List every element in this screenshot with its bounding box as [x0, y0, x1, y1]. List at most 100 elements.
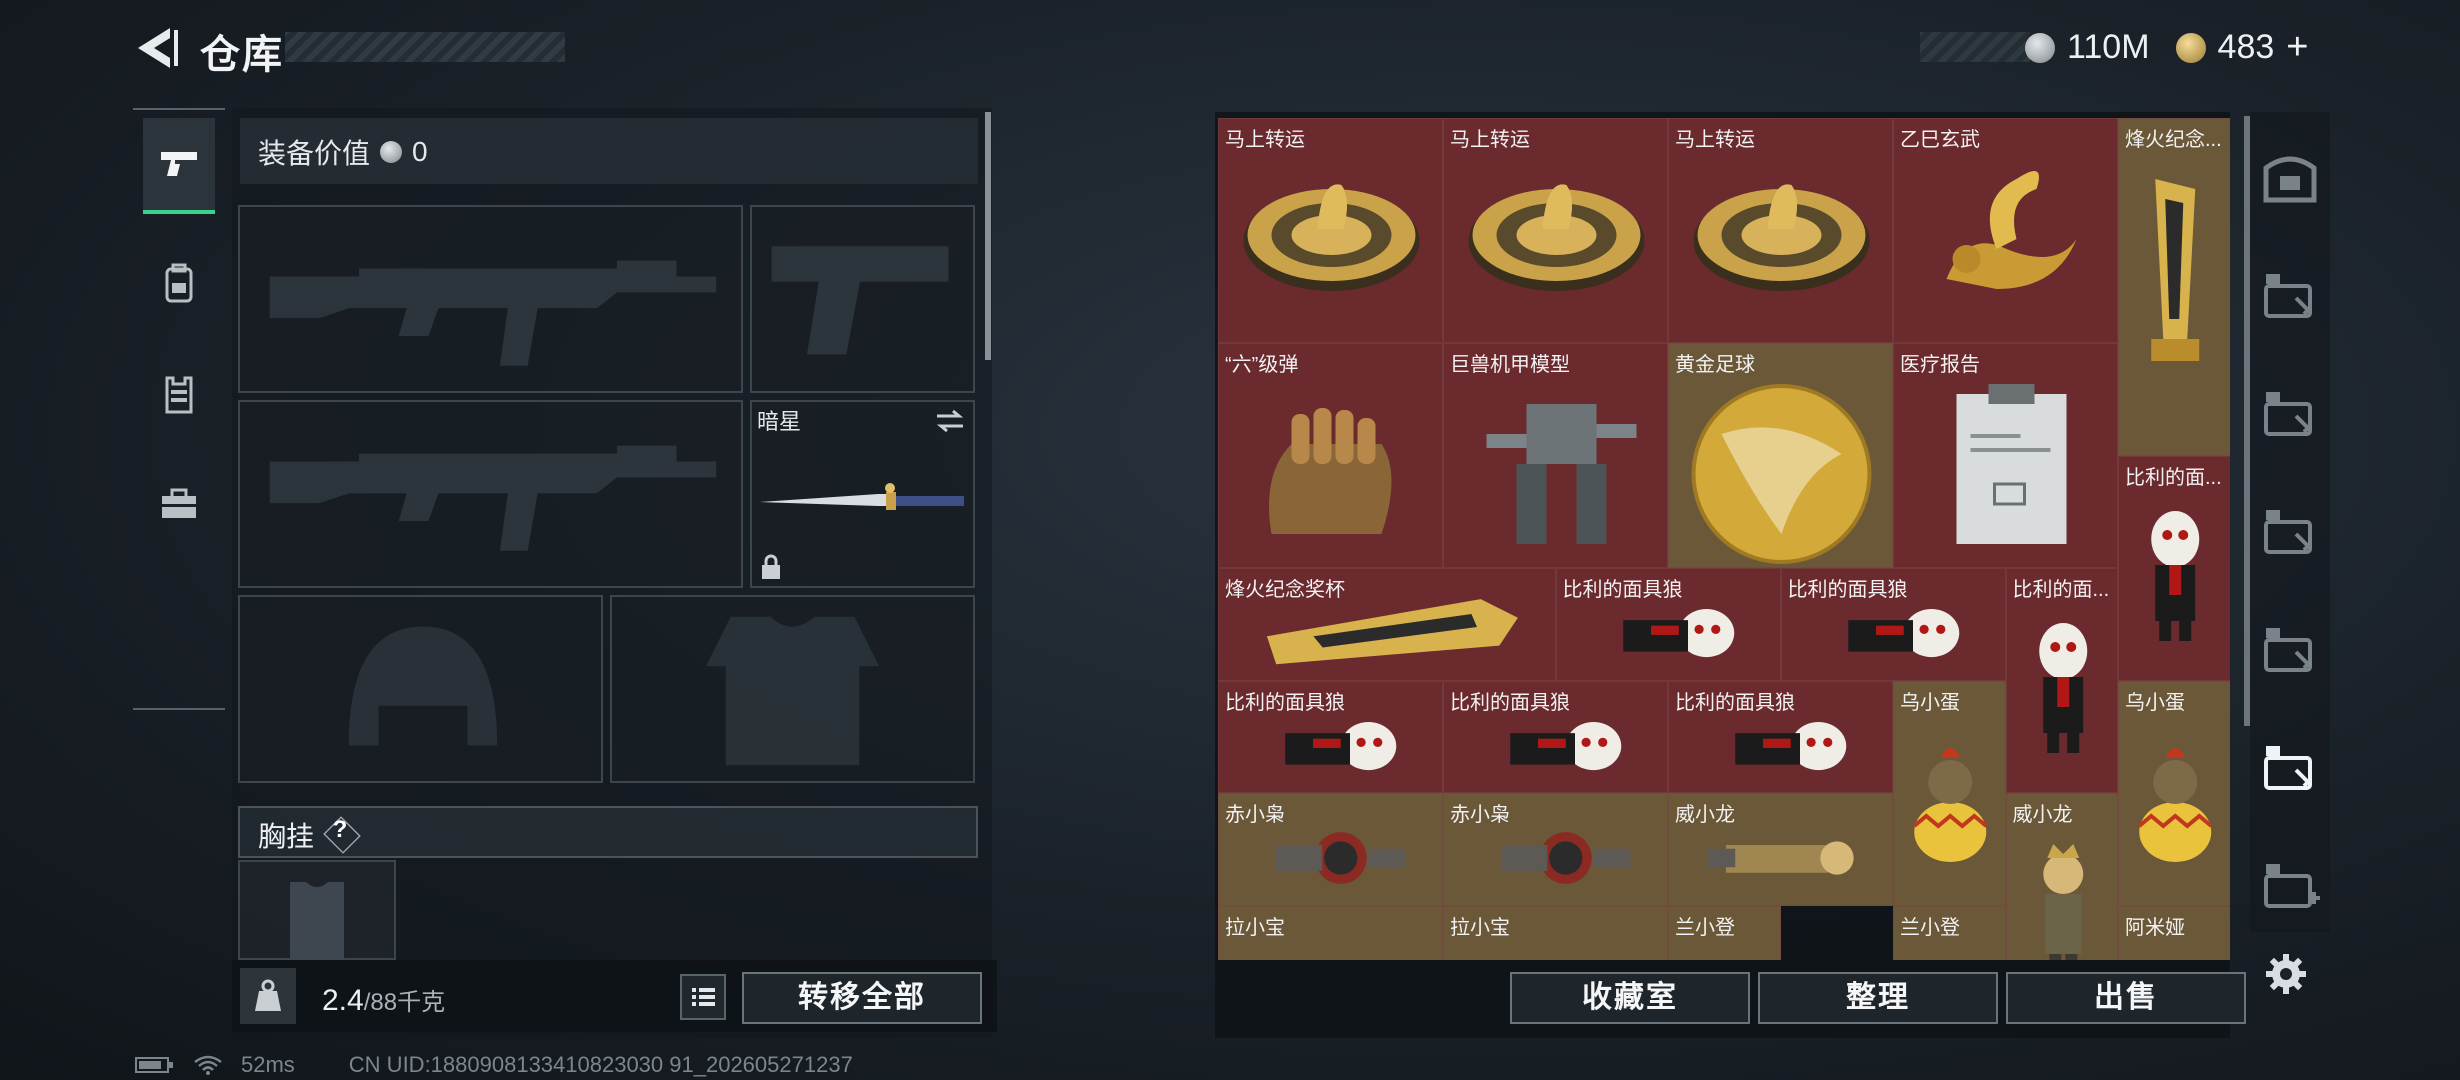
case-tab[interactable]	[2258, 150, 2322, 210]
egg-bird-icon	[2125, 722, 2226, 877]
storage-item-name: 医疗报告	[1900, 354, 1980, 376]
storage-item[interactable]: 拉小宝	[1443, 905, 1668, 960]
storage-item[interactable]: 兰小登	[1668, 905, 1781, 960]
coin-wheel-icon	[1456, 149, 1657, 304]
storage-grid: 马上转运 马上转运 马上转运 乙巳玄武 烽火纪念... “六”级弹 巨兽机甲模型 黄金足球 医疗…	[1218, 118, 2230, 960]
bullet-hand-icon	[1229, 384, 1434, 559]
helmet-slot[interactable]	[238, 595, 603, 783]
storage-item[interactable]: 比利的面...	[2005, 568, 2118, 793]
storage-item[interactable]: 比利的面具狼	[1780, 568, 2006, 681]
storage-item-name: 比利的面具狼	[1450, 691, 1570, 714]
puppet-lying-icon	[1577, 589, 1762, 680]
settings-button[interactable]	[2262, 950, 2310, 998]
storage-item[interactable]: 拉小宝	[1218, 905, 1443, 960]
storage-item[interactable]: 乌小蛋	[1893, 680, 2006, 906]
status-bar: 52ms CN UID:1880908133410823030 91_20260…	[135, 1052, 853, 1078]
transfer-all-button[interactable]: 转移全部	[742, 972, 982, 1024]
storage-item-name: 马上转运	[1225, 129, 1305, 151]
storage-item-name: 赤小枭	[1225, 804, 1285, 826]
storage-item[interactable]: 比利的面具狼	[1555, 568, 1781, 681]
helmet-silhouette-icon	[348, 626, 498, 746]
chest-rig-slot[interactable]	[238, 860, 396, 960]
storage-item[interactable]: 比利的面具狼	[1668, 680, 1893, 793]
coin-wheel-icon	[1681, 149, 1882, 304]
storage-item-name: 拉小宝	[1450, 916, 1510, 939]
primary-weapon-slot[interactable]	[238, 205, 743, 393]
storage-item[interactable]: 阿米娅	[2118, 905, 2230, 960]
storage-item-name: 兰小登	[1675, 916, 1735, 939]
storage-item-name: 乌小蛋	[2125, 691, 2185, 714]
loadout-scrollbar[interactable]	[985, 112, 991, 360]
storage-item[interactable]: 赤小枭	[1218, 793, 1443, 906]
storage-item-name: 比利的面...	[2125, 466, 2222, 489]
storage-item-name: 威小龙	[1675, 804, 1735, 826]
sell-button[interactable]: 出售	[2006, 972, 2246, 1024]
puppet-icon	[2125, 499, 2226, 654]
add-currency-button[interactable]: +	[2286, 26, 2308, 69]
storage-item[interactable]: 威小龙	[1668, 793, 1893, 906]
rail-backpack[interactable]	[143, 238, 215, 330]
case-iv-icon	[2258, 740, 2322, 801]
chest-rig-help-button[interactable]: ?	[322, 816, 358, 844]
list-view-button[interactable]	[680, 974, 726, 1020]
case-tab[interactable]	[2258, 858, 2322, 918]
storage-item[interactable]: 比利的面具狼	[1443, 680, 1668, 793]
storage-item[interactable]: 威小龙	[2005, 793, 2118, 960]
weight-icon	[255, 979, 281, 1011]
storage-item[interactable]: 乙巳玄武	[1893, 118, 2118, 343]
puppet-lying-icon	[1464, 702, 1649, 793]
case-tab[interactable]	[2258, 386, 2322, 446]
currency-decoration	[1920, 32, 2030, 62]
case-tab[interactable]	[2258, 622, 2322, 682]
collection-room-button[interactable]: 收藏室	[1510, 972, 1750, 1024]
weight-button[interactable]	[240, 968, 296, 1024]
egg-bird-icon	[1900, 722, 2001, 877]
storage-item[interactable]: 黄金足球	[1668, 343, 1893, 568]
storage-item-name: 马上转运	[1675, 129, 1755, 151]
rail-toolbox[interactable]	[143, 458, 215, 550]
silver-amount: 110M	[2067, 28, 2150, 66]
storage-item[interactable]: 医疗报告	[1893, 343, 2118, 568]
storage-item[interactable]: 兰小登	[1893, 905, 2006, 960]
gold-trophy-icon	[2125, 159, 2226, 394]
sort-button[interactable]: 整理	[1758, 972, 1998, 1024]
puppet-icon	[2013, 611, 2114, 766]
list-icon	[692, 988, 715, 1006]
secondary-weapon-slot[interactable]	[750, 205, 975, 393]
coin-wheel-icon	[1231, 149, 1432, 304]
armor-slot[interactable]	[610, 595, 975, 783]
storage-item-name: 烽火纪念...	[2125, 129, 2222, 151]
case-iv-icon	[2258, 386, 2322, 447]
storage-item[interactable]: 比利的面具狼	[1218, 680, 1443, 793]
silver-coin-icon	[2025, 32, 2055, 63]
case-tab[interactable]	[2258, 268, 2322, 328]
backpack-icon	[165, 263, 193, 303]
primary-weapon-slot-2[interactable]	[238, 400, 743, 588]
storage-item-name: 乌小蛋	[1900, 691, 1960, 714]
back-button[interactable]	[130, 22, 182, 74]
case-tab[interactable]	[2258, 740, 2322, 800]
rail-weapons[interactable]	[143, 118, 215, 214]
case-tab[interactable]	[2258, 504, 2322, 564]
storage-item[interactable]: 马上转运	[1668, 118, 1893, 343]
swap-icon[interactable]	[935, 410, 965, 432]
lock-icon	[762, 554, 780, 579]
storage-item[interactable]: 乌小蛋	[2118, 680, 2230, 906]
storage-item[interactable]: 赤小枭	[1443, 793, 1668, 906]
silver-coin-icon	[380, 141, 403, 163]
storage-item[interactable]: 烽火纪念...	[2118, 118, 2230, 456]
rail-vest[interactable]	[143, 348, 215, 440]
case-iv-add-icon	[2258, 858, 2322, 919]
ping-text: 52ms	[241, 1052, 295, 1077]
storage-item-name: 威小龙	[2012, 804, 2073, 826]
storage-item[interactable]: 马上转运	[1443, 118, 1668, 343]
storage-item[interactable]: 马上转运	[1218, 118, 1443, 343]
storage-item[interactable]: 比利的面...	[2118, 455, 2230, 681]
lying-figure-icon	[1689, 818, 1874, 903]
equipment-value-label: 装备价值	[258, 138, 371, 169]
gold-coin-icon	[2175, 32, 2206, 63]
case-iv-icon	[2258, 622, 2322, 683]
storage-item[interactable]: 烽火纪念奖杯	[1218, 568, 1556, 681]
storage-item[interactable]: 巨兽机甲模型	[1443, 343, 1668, 568]
storage-item[interactable]: “六”级弹	[1218, 343, 1443, 568]
